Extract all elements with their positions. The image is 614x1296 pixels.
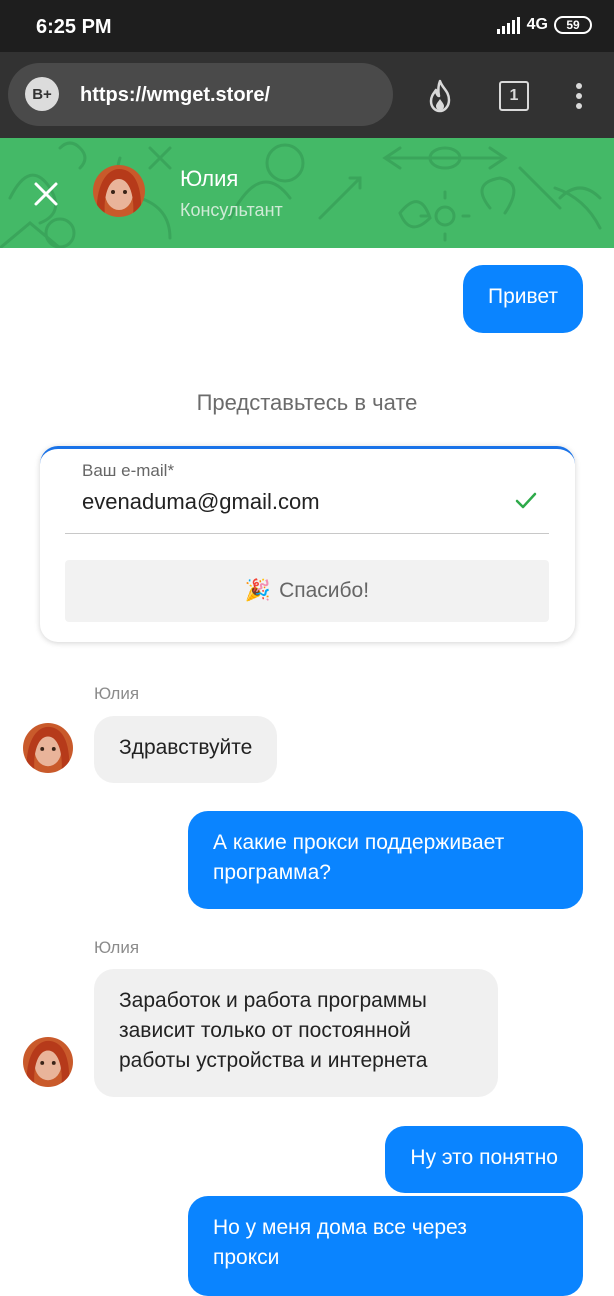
url-text[interactable]: https://wmget.store/ (80, 84, 270, 107)
battery-icon: 59 (554, 16, 592, 34)
user-message: А какие прокси поддерживает программа? (188, 811, 583, 909)
thanks-button[interactable]: 🎉 Спасибо! (65, 560, 549, 622)
agent-avatar (93, 165, 145, 217)
chat-messages: Привет Представьтесь в чате Ваш e-mail* … (0, 248, 614, 1296)
site-info-icon[interactable]: B+ (25, 77, 59, 111)
tab-count: 1 (499, 81, 529, 111)
status-indicators: 4G 59 (496, 16, 592, 34)
agent-role: Консультант (180, 200, 283, 220)
network-type: 4G (526, 16, 548, 33)
signal-icon (496, 16, 521, 34)
agent-message: Здравствуйте (94, 716, 278, 783)
battery-level: 59 (566, 18, 580, 32)
checkmark-icon (515, 492, 537, 509)
user-message: Но у меня дома все через прокси (188, 1196, 583, 1296)
thanks-button-label: Спасибо! (279, 579, 370, 602)
agent-avatar (23, 1037, 73, 1087)
intro-title: Представьтесь в чате (196, 390, 418, 415)
menu-dots-icon[interactable] (559, 76, 599, 116)
status-time: 6:25 PM (36, 16, 112, 38)
sender-name: Юлия (94, 684, 140, 703)
user-message: Ну это понятно (385, 1126, 583, 1193)
agent-name: Юлия (180, 166, 239, 191)
status-bar: 6:25 PM 4G 59 (0, 0, 614, 52)
email-form: Ваш e-mail* evenaduma@gmail.com 🎉 Спасиб… (40, 446, 575, 642)
email-field[interactable]: evenaduma@gmail.com (82, 489, 320, 515)
email-label: Ваш e-mail* (82, 461, 175, 480)
fire-icon[interactable] (420, 76, 460, 116)
email-underline (65, 533, 549, 534)
browser-toolbar: B+ https://wmget.store/ 1 (0, 52, 614, 138)
agent-avatar (23, 723, 73, 773)
user-message: Привет (462, 265, 583, 333)
address-bar[interactable]: B+ https://wmget.store/ (8, 63, 393, 126)
close-icon (34, 182, 58, 206)
tabs-icon[interactable]: 1 (494, 76, 534, 116)
close-chat-button[interactable] (28, 176, 64, 212)
party-popper-icon: 🎉 (244, 579, 272, 602)
chat-header: Юлия Консультант (0, 138, 614, 248)
sender-name: Юлия (94, 938, 140, 957)
agent-message: Заработок и работа программы зависит тол… (94, 969, 498, 1097)
